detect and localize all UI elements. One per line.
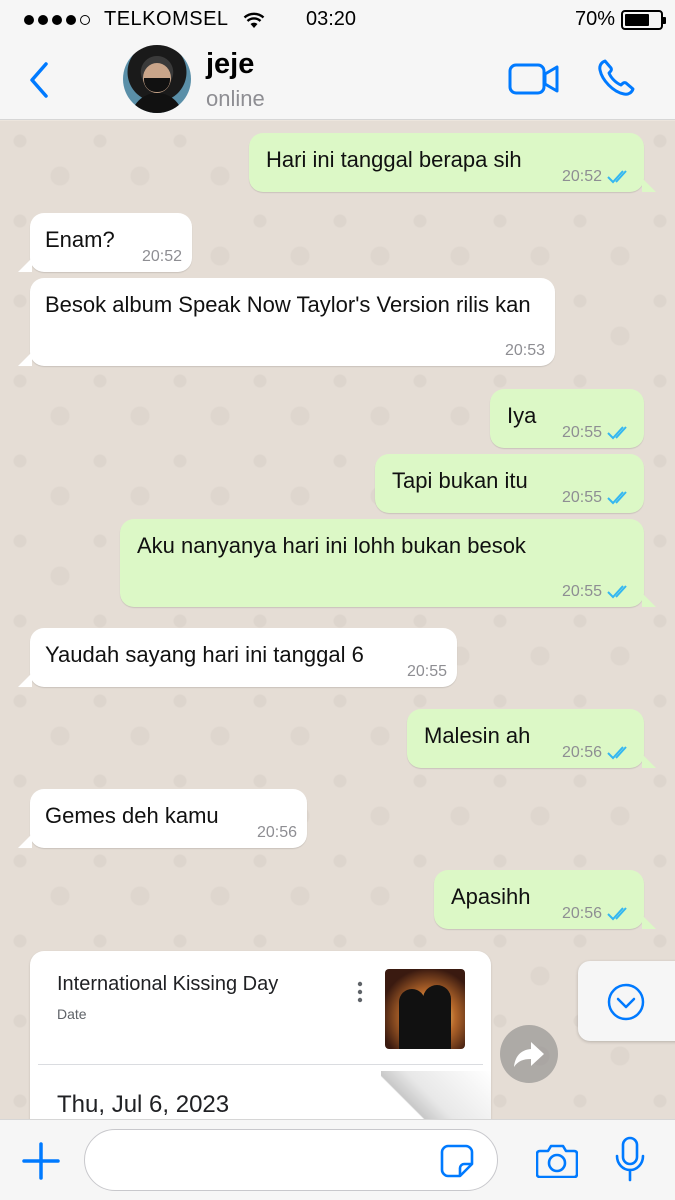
card-subtitle: Date: [57, 1006, 87, 1022]
camera-icon[interactable]: [536, 1142, 578, 1178]
message-time: 20:55: [561, 489, 602, 506]
message-time: 20:55: [561, 583, 602, 600]
message-bubble[interactable]: Aku nanyanya hari ini lohh bukan besok 2…: [120, 519, 656, 607]
page-curl-decoration: [381, 1071, 491, 1119]
status-right: 70%: [574, 8, 666, 31]
read-ticks-icon: [607, 426, 627, 440]
read-ticks-icon: [607, 491, 627, 505]
status-left: TELKOMSEL: [24, 8, 265, 31]
read-ticks-icon: [607, 585, 627, 599]
card-date: Thu, Jul 6, 2023: [57, 1091, 230, 1118]
phone-icon[interactable]: [596, 58, 636, 98]
message-bubble[interactable]: Besok album Speak Now Taylor's Version r…: [18, 278, 555, 366]
read-ticks-icon: [607, 746, 627, 760]
shared-event-card[interactable]: International Kissing Day Date Thu, Jul …: [30, 951, 491, 1119]
message-text: Gemes deh kamu: [45, 803, 219, 828]
message-time: 20:56: [561, 744, 602, 761]
status-bar: TELKOMSEL 03:20 70%: [0, 0, 675, 40]
chevron-down-circle-icon: [607, 983, 645, 1021]
message-bubble[interactable]: Apasihh 20:56: [434, 870, 656, 929]
contact-status: online: [206, 86, 265, 111]
message-time: 20:55: [406, 663, 447, 680]
plus-icon[interactable]: [22, 1142, 60, 1180]
forward-arrow-icon: [514, 1042, 544, 1067]
more-options-icon[interactable]: [356, 981, 364, 1003]
divider: [38, 1064, 483, 1065]
message-text: Besok album Speak Now Taylor's Version r…: [45, 292, 531, 317]
battery-icon: [621, 9, 666, 30]
message-time: 20:52: [141, 248, 182, 265]
card-title: International Kissing Day: [57, 973, 279, 995]
message-input[interactable]: [84, 1129, 498, 1191]
chat-header: jeje online: [0, 40, 675, 120]
message-bubble[interactable]: Hari ini tanggal berapa sih 20:52: [249, 133, 656, 192]
message-time: 20:53: [504, 342, 545, 359]
signal-strength-icon: [24, 14, 90, 25]
message-time: 20:56: [561, 905, 602, 922]
wifi-icon: [243, 12, 264, 28]
battery-percent: 70%: [574, 8, 615, 30]
message-time: 20:56: [256, 824, 297, 841]
message-text: Yaudah sayang hari ini tanggal 6: [45, 642, 364, 667]
message-bubble[interactable]: Gemes deh kamu 20:56: [18, 789, 307, 848]
contact-name[interactable]: jeje: [206, 48, 254, 81]
message-input-bar: [0, 1119, 675, 1200]
kiss-silhouette-image: [385, 969, 465, 1049]
forward-button[interactable]: [500, 1025, 558, 1083]
message-bubble[interactable]: Enam? 20:52: [18, 213, 192, 272]
message-text: Aku nanyanya hari ini lohh bukan besok: [137, 533, 526, 558]
message-time: 20:55: [561, 424, 602, 441]
carrier-name: TELKOMSEL: [104, 8, 229, 30]
message-bubble[interactable]: Tapi bukan itu 20:55: [375, 454, 644, 513]
sticker-icon[interactable]: [440, 1144, 474, 1178]
read-ticks-icon: [607, 170, 627, 184]
avatar[interactable]: [123, 45, 191, 113]
status-time: 03:20: [306, 8, 357, 30]
back-chevron-icon[interactable]: [26, 60, 54, 100]
scroll-to-bottom-button[interactable]: [578, 961, 675, 1041]
read-ticks-icon: [607, 907, 627, 921]
message-bubble[interactable]: Yaudah sayang hari ini tanggal 6 20:55: [18, 628, 457, 687]
message-time: 20:52: [561, 168, 602, 185]
message-bubble[interactable]: Iya 20:55: [490, 389, 644, 448]
chat-area[interactable]: Hari ini tanggal berapa sih 20:52 Enam? …: [0, 121, 675, 1119]
video-call-icon[interactable]: [508, 62, 560, 96]
message-bubble[interactable]: Malesin ah 20:56: [407, 709, 656, 768]
microphone-icon[interactable]: [614, 1136, 646, 1182]
